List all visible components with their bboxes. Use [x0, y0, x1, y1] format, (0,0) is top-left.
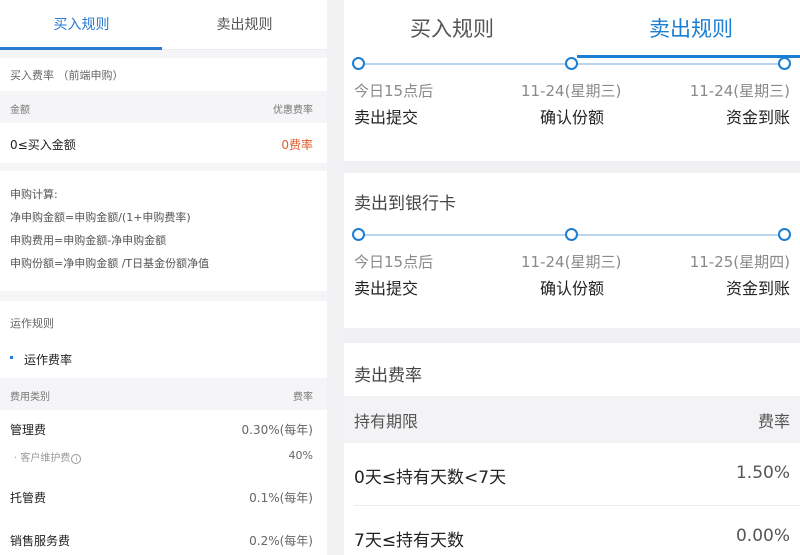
right-tab-bar: 买入规则 卖出规则 — [344, 0, 800, 58]
ops-title: 运作规则 — [10, 317, 54, 330]
tab-sell-rules[interactable]: 卖出规则 — [163, 0, 326, 50]
operation-rules-section: 运作规则 运作费率 费用类别 费率 管理费 0.30%(每年) · 客户维护费 i… — [0, 301, 327, 555]
amount-range: 0≤买入金额 — [10, 138, 76, 152]
holding-period: 0天≤持有天数<7天 — [354, 468, 507, 488]
calc-line: 净申购金额=申购金额/(1+申购费率) — [10, 211, 191, 224]
step-label: 卖出提交 — [354, 108, 419, 127]
bullet-marker — [10, 356, 13, 359]
column-fee-type: 费用类别 — [10, 392, 50, 403]
sell-fee-card: 卖出费率 持有期限 费率 0天≤持有天数<7天 1.50% 7天≤持有天数 0.… — [344, 343, 800, 555]
fee-rate: 0费率 — [281, 138, 313, 152]
bank-card-title: 卖出到银行卡 — [354, 194, 456, 214]
step-label: 确认份额 — [540, 279, 605, 298]
table-row: 管理费 0.30%(每年) — [0, 421, 327, 441]
timeline-dot — [352, 57, 365, 70]
column-holding-period: 持有期限 — [354, 412, 419, 431]
fee-subitem-label: · 客户维护费 — [14, 453, 71, 464]
sell-rules-panel: 买入规则 卖出规则 今日15点后 11-24(星期三) 11-24(星期三) 卖… — [344, 0, 800, 555]
timeline-dot — [778, 228, 791, 241]
fee-rate: 0.30%(每年) — [241, 423, 314, 437]
step-label: 卖出提交 — [354, 279, 419, 298]
table-row: · 客户维护费 i 40% — [0, 449, 327, 465]
step-date: 11-24(星期三) — [521, 253, 622, 271]
ops-table-header: 费用类别 费率 — [0, 378, 327, 410]
step-date: 今日15点后 — [354, 82, 434, 100]
column-rate: 费率 — [757, 412, 790, 431]
fee-rate: 1.50% — [735, 463, 790, 483]
buy-fee-title: 买入费率 （前端申购） — [10, 69, 124, 82]
fee-rate: 0.2%(每年) — [249, 534, 313, 548]
info-icon[interactable]: i — [71, 454, 82, 464]
step-label: 资金到账 — [725, 108, 790, 127]
timeline-dot — [565, 57, 578, 70]
timeline-dot — [778, 57, 791, 70]
step-date: 11-24(星期三) — [521, 82, 622, 100]
table-row: 托管费 0.1%(每年) — [0, 489, 327, 509]
timeline-dot — [352, 228, 365, 241]
column-amount: 金额 — [10, 105, 30, 116]
sell-fee-title: 卖出费率 — [354, 366, 422, 386]
fee-rate: 40% — [288, 449, 313, 462]
fee-name: · 客户维护费 i — [14, 449, 82, 464]
table-row: 0≤买入金额 0费率 — [0, 123, 327, 163]
step-date: 今日15点后 — [354, 253, 434, 271]
tab-sell-rules[interactable]: 卖出规则 — [649, 13, 733, 43]
table-row: 0天≤持有天数<7天 1.50% — [344, 443, 800, 505]
buy-fee-header: 金额 优惠费率 — [0, 91, 327, 123]
active-tab-indicator — [0, 47, 162, 50]
fee-rate: 0.1%(每年) — [249, 491, 313, 505]
table-row: 销售服务费 0.2%(每年) — [0, 532, 327, 552]
sell-to-bank-card: 卖出到银行卡 今日15点后 11-24(星期三) 11-25(星期四) 卖出提交… — [344, 173, 800, 328]
sell-fee-header: 持有期限 费率 — [344, 396, 800, 443]
ops-subtitle: 运作费率 — [24, 353, 73, 367]
fee-rate: 0.00% — [735, 526, 790, 546]
column-discount-rate: 优惠费率 — [273, 105, 313, 116]
step-date: 11-25(星期四) — [689, 253, 790, 271]
timeline-dot — [565, 228, 578, 241]
calc-title: 申购计算: — [10, 188, 58, 201]
step-date: 11-24(星期三) — [689, 82, 790, 100]
step-label: 确认份额 — [540, 108, 605, 127]
sell-timeline-card: 今日15点后 11-24(星期三) 11-24(星期三) 卖出提交 确认份额 资… — [344, 57, 800, 161]
fee-name: 管理费 — [10, 423, 47, 437]
purchase-calc-section: 申购计算: 净申购金额=申购金额/(1+申购费率) 申购费用=申购金额-净申购金… — [0, 171, 327, 291]
calc-line: 申购费用=申购金额-净申购金额 — [10, 234, 167, 247]
column-rate: 费率 — [293, 392, 313, 403]
step-label: 资金到账 — [725, 279, 790, 298]
timeline — [344, 228, 800, 242]
fee-name: 销售服务费 — [10, 534, 71, 548]
holding-period: 7天≤持有天数 — [354, 531, 465, 551]
table-row: 7天≤持有天数 0.00% — [344, 506, 800, 555]
calc-line: 申购份额=净申购金额 /T日基金份额净值 — [10, 257, 210, 270]
buy-rules-panel: 买入规则 卖出规则 买入费率 （前端申购） 金额 优惠费率 0≤买入金额 0费率… — [0, 0, 327, 555]
tab-buy-rules[interactable]: 买入规则 — [0, 0, 163, 50]
tab-buy-rules[interactable]: 买入规则 — [410, 13, 494, 43]
timeline — [344, 57, 800, 71]
fee-name: 托管费 — [10, 491, 47, 505]
buy-fee-section: 买入费率 （前端申购） 金额 优惠费率 0≤买入金额 0费率 — [0, 58, 327, 163]
left-tab-bar: 买入规则 卖出规则 — [0, 0, 327, 50]
